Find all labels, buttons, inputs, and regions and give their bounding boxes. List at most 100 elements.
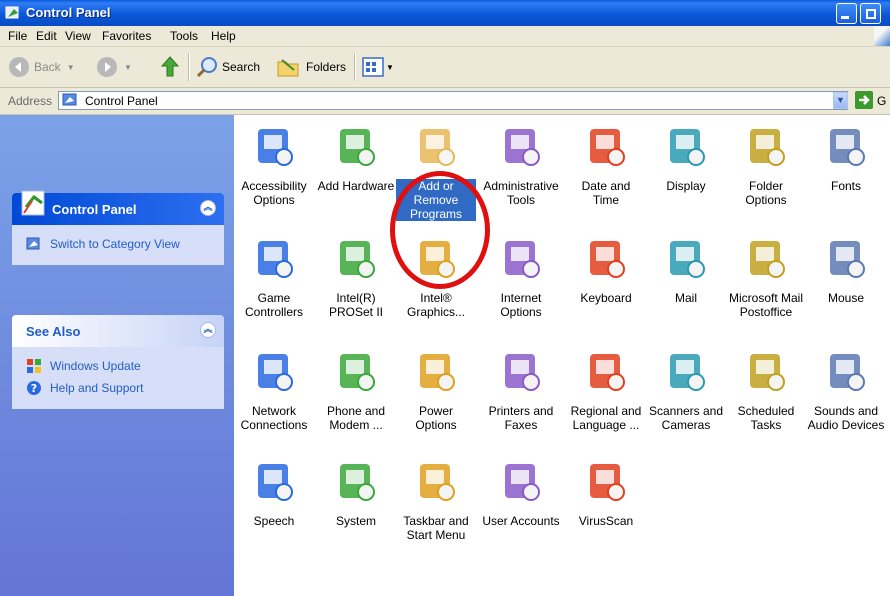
address-input[interactable]: Control Panel [58,91,848,110]
game-controllers-icon [258,241,293,278]
search-button[interactable]: Search [196,56,260,78]
sounds-audio-icon [830,354,865,391]
phone-modem-icon [340,354,375,391]
up-arrow-icon [160,56,180,77]
fonts-icon [830,129,865,166]
scanners-cameras-icon [670,354,705,391]
forward-arrow-icon [97,57,117,77]
switch-view-icon [26,237,40,250]
control-panel-item[interactable]: Date and Time [566,123,646,207]
control-panel-item[interactable]: Speech [234,458,314,528]
control-panel-item[interactable]: Scheduled Tasks [726,348,806,432]
control-panel-item[interactable]: System [316,458,396,528]
administrative-tools-icon [505,129,540,166]
maximize-button[interactable] [860,3,881,24]
control-panel-panel-body: Switch to Category View [12,225,224,265]
back-button[interactable]: Back ▼ [8,56,75,78]
help-and-support-link[interactable]: ? Help and Support [26,377,224,399]
power-options-icon [420,354,455,391]
see-also-panel-header[interactable]: See Also ︽ [12,315,224,347]
mail-postoffice-icon [750,241,785,278]
folder-options-icon [750,129,785,166]
folders-icon [277,59,299,77]
menu-view[interactable]: View [65,29,91,43]
control-panel-item[interactable]: Display [646,123,726,193]
go-arrow-icon [859,95,870,105]
scheduled-tasks-icon [750,354,785,391]
virusscan-icon [590,464,625,501]
control-panel-item[interactable]: VirusScan [566,458,646,528]
control-panel-icon [62,93,77,106]
menu-bar: File Edit View Favorites Tools Help [0,26,890,47]
control-panel-large-icon [21,190,45,216]
address-dropdown-button[interactable]: ▼ [833,92,848,109]
control-panel-item[interactable]: Accessibility Options [234,123,314,207]
annotation-circle [390,171,490,289]
control-panel-item[interactable]: Power Options [396,348,476,432]
views-icon [362,57,384,77]
control-panel-item[interactable]: Intel(R) PROSet II [316,235,396,319]
control-panel-item[interactable]: User Accounts [481,458,561,528]
control-panel-items: Accessibility Options Add Hardware Add or … [234,115,890,596]
control-panel-item[interactable]: Sounds and Audio Devices [806,348,886,432]
control-panel-panel-header[interactable]: Control Panel ︽ [12,190,224,225]
go-label[interactable]: G [877,94,886,108]
regional-language-icon [590,354,625,391]
task-pane: Control Panel ︽ Switch to Category View … [0,115,234,596]
collapse-chevron-icon[interactable]: ︽ [200,200,216,216]
title-bar[interactable]: Control Panel [0,0,890,26]
user-accounts-icon [505,464,540,501]
control-panel-task-panel: Control Panel ︽ Switch to Category View [12,190,224,265]
toolbar-separator [354,53,356,81]
see-also-panel-body: Windows Update ? Help and Support [12,347,224,409]
date-time-icon [590,129,625,166]
control-panel-item[interactable]: Microsoft Mail Postoffice [726,235,806,319]
menu-tools[interactable]: Tools [170,29,198,43]
chevron-down-icon: ▼ [66,62,75,72]
intel-proset-icon [340,241,375,278]
menu-edit[interactable]: Edit [36,29,57,43]
address-label: Address [8,94,53,108]
forward-button[interactable]: ▼ [96,56,132,78]
control-panel-item[interactable]: Game Controllers [234,235,314,319]
add-remove-programs-icon [420,129,455,166]
control-panel-item[interactable]: Fonts [806,123,886,193]
control-panel-item[interactable]: Mail [646,235,726,305]
add-hardware-icon [340,129,375,166]
control-panel-item[interactable]: Network Connections [234,348,314,432]
control-panel-item[interactable]: Taskbar and Start Menu [396,458,476,542]
minimize-button[interactable] [836,3,857,24]
control-panel-item[interactable]: Scanners and Cameras [646,348,726,432]
control-panel-item[interactable]: Keyboard [566,235,646,305]
svg-text:?: ? [31,382,37,395]
mail-icon [670,241,705,278]
menu-favorites[interactable]: Favorites [102,29,151,43]
internet-options-icon [505,241,540,278]
windows-update-link[interactable]: Windows Update [26,355,224,377]
mouse-icon [830,241,865,278]
toolbar-separator [188,53,190,81]
see-also-panel: See Also ︽ Windows Update ? Help and Sup… [12,315,224,409]
switch-to-category-view-link[interactable]: Switch to Category View [26,233,224,255]
taskbar-startmenu-icon [420,464,455,501]
window-title: Control Panel [26,5,111,20]
control-panel-item[interactable]: Internet Options [481,235,561,319]
go-button[interactable] [855,91,873,109]
up-folder-button[interactable] [158,56,182,78]
control-panel-item[interactable]: Printers and Faxes [481,348,561,432]
control-panel-icon [5,6,19,19]
menu-help[interactable]: Help [211,29,236,43]
address-bar: Address Control Panel ▼ G [0,88,890,115]
menu-file[interactable]: File [8,29,27,43]
control-panel-item[interactable]: Administrative Tools [481,123,561,207]
search-icon [196,57,217,78]
folders-button[interactable]: Folders [276,56,346,78]
collapse-chevron-icon[interactable]: ︽ [200,322,216,338]
control-panel-item[interactable]: Add Hardware [316,123,396,193]
control-panel-item[interactable]: Phone and Modem ... [316,348,396,432]
control-panel-item[interactable]: Mouse [806,235,886,305]
views-button[interactable]: ▼ [362,56,394,78]
control-panel-item[interactable]: Regional and Language ... [566,348,646,432]
accessibility-icon [258,129,293,166]
control-panel-item[interactable]: Folder Options [726,123,806,207]
